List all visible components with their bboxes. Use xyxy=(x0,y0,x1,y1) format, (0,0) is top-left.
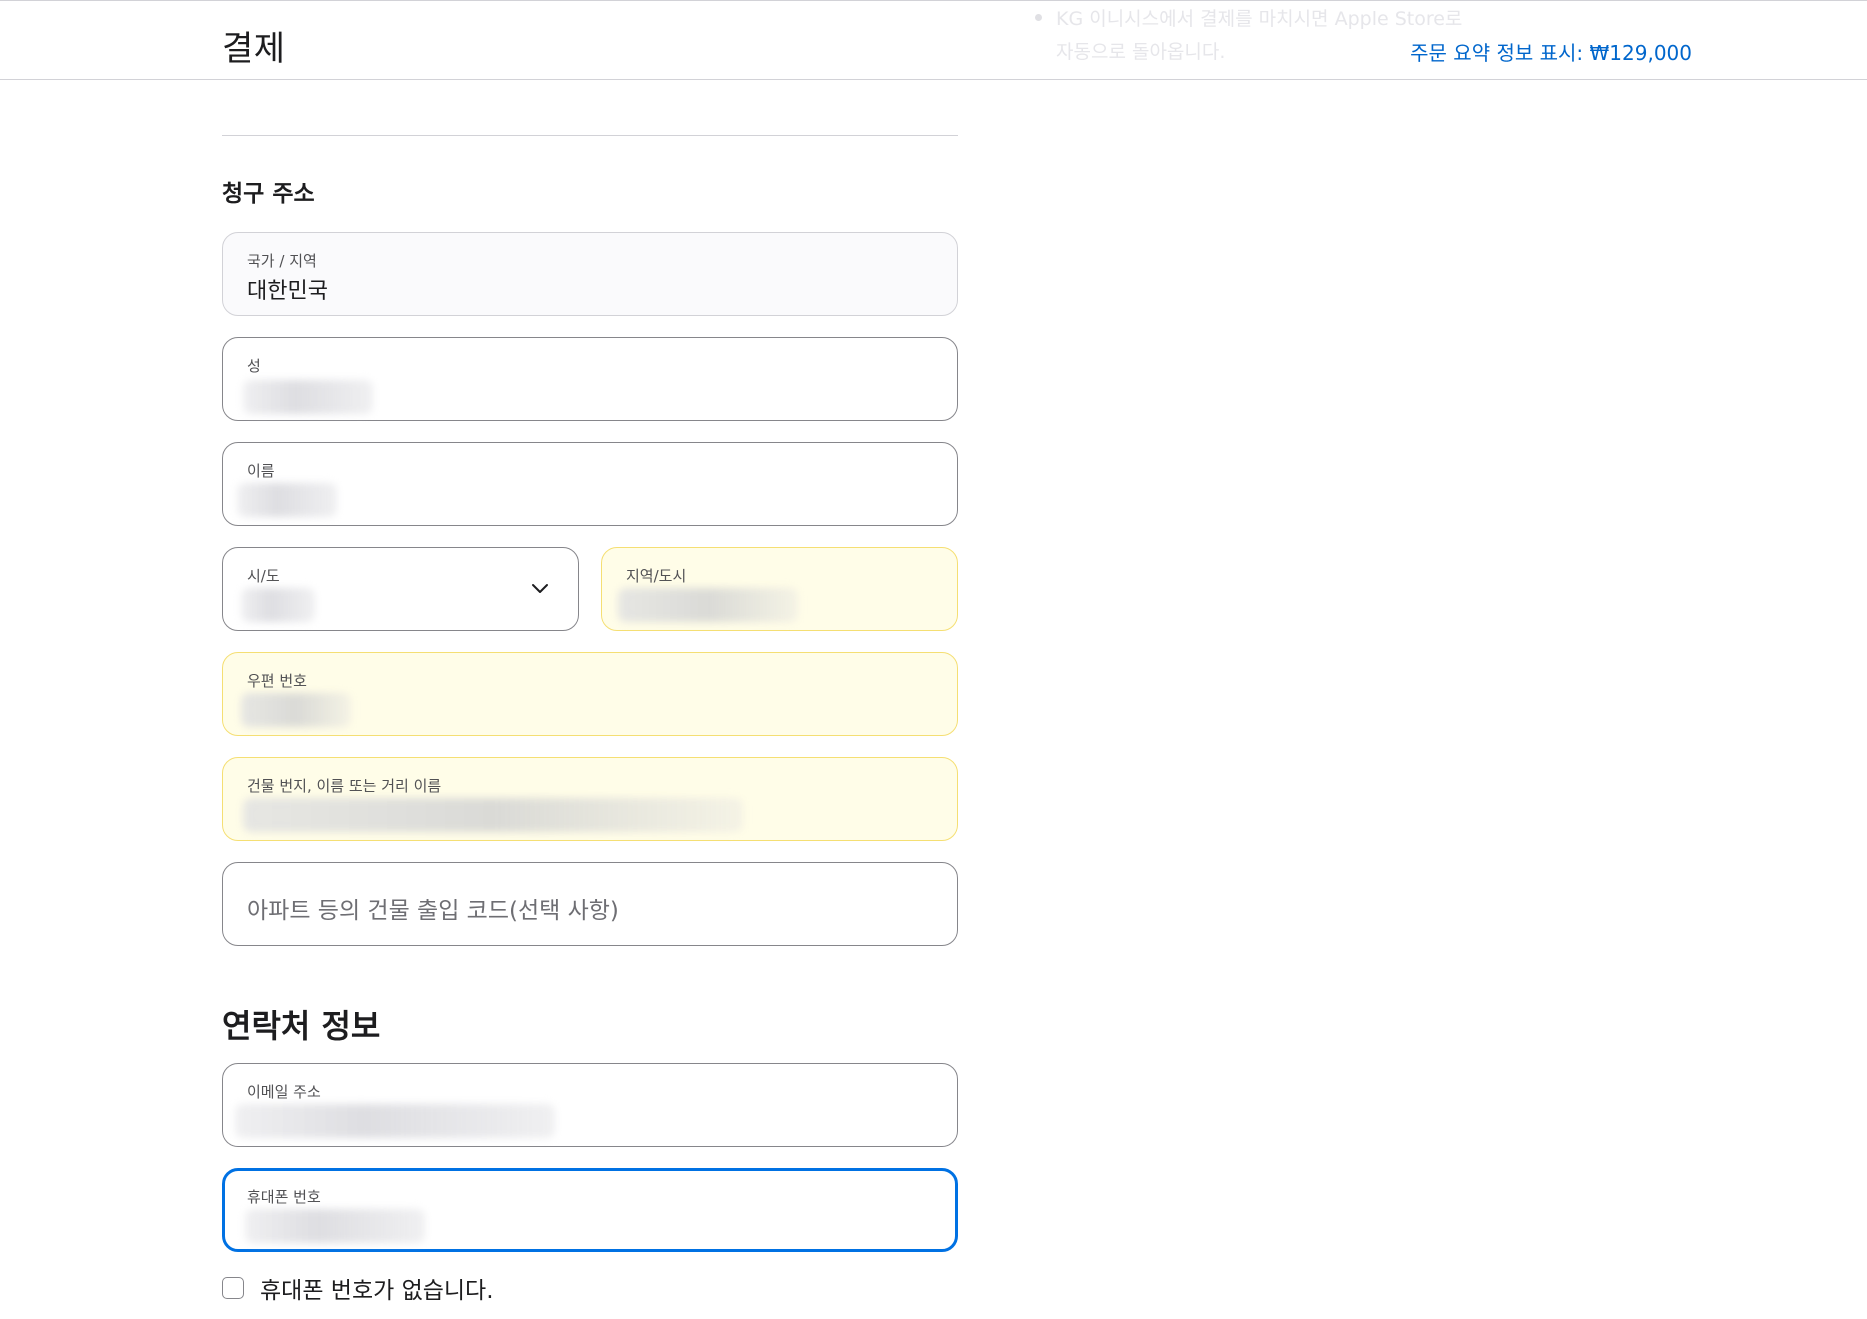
first-name-field[interactable]: 이름 xyxy=(222,442,958,526)
checkout-header: 결제 KG 이니시스에서 결제를 마치시면 Apple Store로 자동으로 … xyxy=(0,1,1867,80)
street-field[interactable]: 건물 번지, 이름 또는 거리 이름 xyxy=(222,757,958,841)
phone-redacted-value xyxy=(245,1209,425,1243)
province-select-label: 시/도 xyxy=(247,567,280,585)
street-redacted-value xyxy=(243,798,743,832)
email-field[interactable]: 이메일 주소 xyxy=(222,1063,958,1147)
bullet-icon xyxy=(1035,14,1042,21)
no-phone-option[interactable]: 휴대폰 번호가 없습니다. xyxy=(222,1273,494,1304)
billing-address-heading: 청구 주소 xyxy=(222,181,315,207)
phone-field-label: 휴대폰 번호 xyxy=(247,1188,321,1206)
last-name-field-label: 성 xyxy=(247,357,261,375)
province-redacted-value xyxy=(241,588,315,622)
city-field[interactable]: 지역/도시 xyxy=(601,547,958,631)
postal-code-redacted-value xyxy=(241,693,351,727)
phone-field[interactable]: 휴대폰 번호 xyxy=(222,1168,958,1252)
access-code-field[interactable]: 아파트 등의 건물 출입 코드(선택 사항) xyxy=(222,862,958,946)
email-field-label: 이메일 주소 xyxy=(247,1083,321,1101)
last-name-redacted-value xyxy=(243,380,373,414)
country-field: 국가 / 지역 대한민국 xyxy=(222,232,958,316)
city-redacted-value xyxy=(618,588,798,622)
contact-info-heading: 연락처 정보 xyxy=(222,1007,381,1045)
section-divider xyxy=(222,135,958,136)
chevron-down-icon xyxy=(532,584,548,593)
city-field-label: 지역/도시 xyxy=(626,567,687,585)
province-select[interactable]: 시/도 xyxy=(222,547,579,631)
no-phone-checkbox-label: 휴대폰 번호가 없습니다. xyxy=(260,1278,494,1304)
first-name-field-label: 이름 xyxy=(247,462,275,480)
country-field-label: 국가 / 지역 xyxy=(247,252,317,270)
last-name-field[interactable]: 성 xyxy=(222,337,958,421)
email-redacted-value xyxy=(235,1104,555,1138)
country-field-value: 대한민국 xyxy=(247,279,328,304)
page-title: 결제 xyxy=(222,29,286,69)
order-summary-link[interactable]: 주문 요약 정보 표시: ₩129,000 xyxy=(1410,37,1692,66)
postal-code-field-label: 우편 번호 xyxy=(247,672,307,690)
postal-code-field[interactable]: 우편 번호 xyxy=(222,652,958,736)
street-field-label: 건물 번지, 이름 또는 거리 이름 xyxy=(247,777,442,795)
access-code-placeholder: 아파트 등의 건물 출입 코드(선택 사항) xyxy=(247,898,619,924)
first-name-redacted-value xyxy=(237,483,337,517)
no-phone-checkbox[interactable] xyxy=(222,1277,244,1299)
